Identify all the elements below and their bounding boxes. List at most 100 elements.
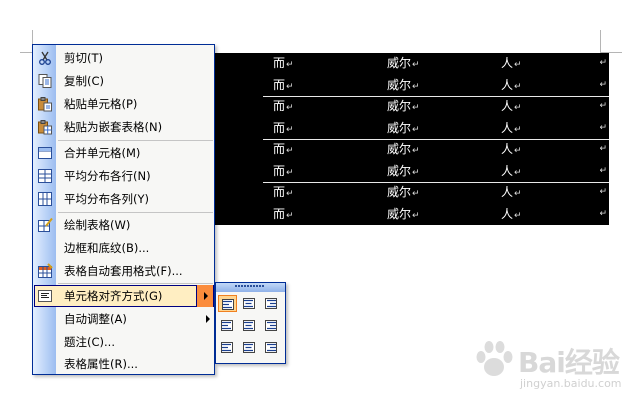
table-row[interactable]: 而↵ 威尔↵ 人↵ ↵ [213, 118, 609, 140]
table-cell[interactable]: 而↵ [273, 118, 294, 140]
paste-icon [37, 96, 53, 112]
table-cell[interactable]: 威尔↵ [387, 53, 420, 75]
cell-text: 而 [273, 99, 286, 113]
page-corner-mark [600, 30, 601, 52]
table-cell[interactable]: 威尔↵ [387, 75, 420, 97]
paragraph-mark-icon: ↵ [412, 167, 420, 178]
alignment-icon [243, 298, 255, 309]
alignment-icon [221, 342, 233, 353]
align-middle-right-button[interactable] [262, 317, 281, 334]
copy-icon [37, 73, 53, 89]
cell-text: 而 [273, 142, 286, 156]
row-end-mark-icon: ↵ [599, 79, 607, 90]
distribute-columns-icon [37, 191, 53, 207]
table-cell[interactable]: 威尔↵ [387, 139, 420, 161]
table-cell[interactable]: 威尔↵ [387, 204, 420, 226]
menu-item-label: 剪切(T) [64, 51, 103, 65]
menu-item-draw-table[interactable]: 绘制表格(W) [33, 214, 214, 237]
menu-item-copy[interactable]: 复制(C) [33, 70, 214, 93]
paragraph-mark-icon: ↵ [286, 60, 294, 70]
paragraph-mark-icon: ↵ [412, 189, 420, 199]
table-row[interactable]: 而↵ 威尔↵ 人↵ ↵ [213, 139, 609, 161]
align-top-right-button[interactable] [262, 295, 281, 312]
draw-table-icon [37, 217, 53, 233]
menu-item-label: 单元格对齐方式(G) [64, 289, 163, 303]
cell-text: 而 [273, 206, 286, 221]
table-cell[interactable]: 人↵ [501, 161, 522, 183]
table-row[interactable]: 而↵ 威尔↵ 人↵ ↵ [213, 96, 609, 118]
align-bottom-center-button[interactable] [240, 339, 259, 356]
menu-item-distribute-rows[interactable]: 平均分布各行(N) [33, 165, 214, 188]
merge-cells-icon [37, 145, 53, 161]
paragraph-mark-icon: ↵ [412, 60, 420, 70]
align-middle-left-button[interactable] [218, 317, 237, 334]
menu-item-table-autoformat[interactable]: 表格自动套用格式(F)... [33, 260, 214, 283]
submenu-arrow-icon [204, 292, 208, 300]
cell-text: 人 [501, 77, 514, 92]
table-row[interactable]: 而↵ 威尔↵ 人↵ ↵ [213, 182, 609, 204]
table-row[interactable]: 而↵ 威尔↵ 人↵ ↵ [213, 53, 609, 75]
menu-item-merge-cells[interactable]: 合并单元格(M) [33, 142, 214, 165]
paste-nested-icon [37, 119, 53, 135]
paragraph-mark-icon: ↵ [412, 81, 420, 92]
table-cell[interactable]: 人↵ [501, 204, 522, 226]
table-cell[interactable]: 而↵ [273, 161, 294, 183]
menu-item-distribute-columns[interactable]: 平均分布各列(Y) [33, 188, 214, 211]
row-end-mark-icon: ↵ [599, 187, 607, 197]
table-row[interactable]: 而↵ 威尔↵ 人↵ ↵ [213, 204, 609, 226]
align-bottom-left-button[interactable] [218, 339, 237, 356]
cell-text: 而 [273, 120, 286, 135]
table-cell[interactable]: 人↵ [501, 53, 522, 75]
table-cell[interactable]: 威尔↵ [387, 161, 420, 183]
table-row[interactable]: 而↵ 威尔↵ 人↵ ↵ [213, 161, 609, 183]
menu-item-table-properties[interactable]: 表格属性(R)... [33, 353, 214, 376]
table-cell[interactable]: 威尔↵ [387, 182, 420, 204]
table-cell[interactable]: 而↵ [273, 96, 294, 118]
table-cell[interactable]: 人↵ [501, 118, 522, 140]
table-cell[interactable]: 威尔↵ [387, 118, 420, 140]
row-end-mark-icon: ↵ [599, 122, 607, 133]
document-table[interactable]: 而↵ 威尔↵ 人↵ ↵ 而↵ 威尔↵ 人↵ ↵ 而↵ 威尔↵ 人↵ ↵ 而↵ 威尔↵ 人↵ ↵ 而↵ 威尔↵ 人↵ ↵… [213, 53, 609, 225]
alignment-icon [265, 342, 277, 353]
align-top-center-button[interactable] [240, 295, 259, 312]
align-bottom-right-button[interactable] [262, 339, 281, 356]
table-cell[interactable]: 而↵ [273, 204, 294, 226]
alignment-icon [265, 320, 277, 331]
paragraph-mark-icon: ↵ [286, 146, 294, 156]
menu-item-paste-nested[interactable]: 粘贴为嵌套表格(N) [33, 116, 214, 139]
cell-text: 威尔 [387, 142, 412, 156]
menu-item-label: 自动调整(A) [64, 312, 127, 326]
table-cell[interactable]: 而↵ [273, 53, 294, 75]
cell-text: 人 [501, 163, 514, 178]
table-cell[interactable]: 威尔↵ [387, 96, 420, 118]
paragraph-mark-icon: ↵ [514, 60, 522, 70]
menu-item-borders-shading[interactable]: 边框和底纹(B)... [33, 237, 214, 260]
row-end-mark-icon: ↵ [599, 165, 607, 176]
align-top-left-button[interactable] [218, 295, 237, 312]
table-row[interactable]: 而↵ 威尔↵ 人↵ ↵ [213, 75, 609, 97]
table-cell[interactable]: 而↵ [273, 139, 294, 161]
baidu-jingyan-watermark: Bai经验 jingyan.baidu.com [470, 335, 640, 395]
align-middle-center-button[interactable] [240, 317, 259, 334]
menu-separator [58, 140, 213, 141]
cell-text: 威尔 [387, 206, 412, 221]
menu-item-caption[interactable]: 题注(C)... [33, 331, 214, 354]
menu-item-cut[interactable]: 剪切(T) [33, 47, 214, 70]
paragraph-mark-icon: ↵ [514, 103, 522, 113]
menu-item-cell-alignment[interactable]: 单元格对齐方式(G) [33, 285, 214, 308]
submenu-arrow-icon [206, 315, 210, 323]
table-cell[interactable]: 人↵ [501, 96, 522, 118]
table-cell[interactable]: 人↵ [501, 75, 522, 97]
menu-item-label: 表格自动套用格式(F)... [64, 264, 183, 278]
cell-text: 人 [501, 185, 514, 199]
menu-item-autofit[interactable]: 自动调整(A) [33, 308, 214, 331]
submenu-arrow-box[interactable] [196, 285, 213, 307]
submenu-drag-handle[interactable] [216, 283, 285, 292]
table-cell[interactable]: 人↵ [501, 182, 522, 204]
table-cell[interactable]: 而↵ [273, 182, 294, 204]
table-cell[interactable]: 人↵ [501, 139, 522, 161]
distribute-rows-icon [37, 168, 53, 184]
table-cell[interactable]: 而↵ [273, 75, 294, 97]
cell-text: 人 [501, 206, 514, 221]
menu-item-paste-cells[interactable]: 粘贴单元格(P) [33, 93, 214, 116]
